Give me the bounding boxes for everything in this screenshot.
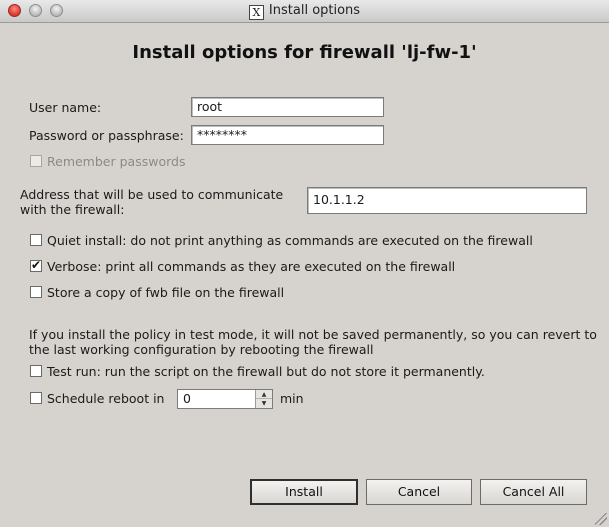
- test-mode-info-line2: the last working configuration by reboot…: [29, 342, 374, 357]
- verbose-checkbox[interactable]: ✔: [30, 258, 42, 272]
- reboot-unit-label: min: [280, 391, 304, 406]
- cancel-button[interactable]: Cancel: [366, 479, 472, 505]
- reboot-minutes-value[interactable]: 0: [183, 391, 191, 407]
- verbose-label: Verbose: print all commands as they are …: [47, 259, 456, 274]
- x11-icon: X: [248, 5, 264, 20]
- address-label-line1: Address that will be used to communicate: [20, 187, 284, 202]
- remember-passwords-checkbox[interactable]: [30, 155, 42, 167]
- test-mode-info: If you install the policy in test mode, …: [29, 327, 597, 357]
- remember-passwords-label: Remember passwords: [47, 154, 186, 169]
- checkmark-icon: ✔: [31, 258, 42, 272]
- quiet-install-label: Quiet install: do not print anything as …: [47, 233, 533, 248]
- test-run-checkbox[interactable]: [30, 365, 42, 377]
- user-name-label: User name:: [29, 100, 102, 115]
- window-title: X Install options: [0, 3, 609, 20]
- password-label: Password or passphrase:: [29, 128, 184, 143]
- install-options-dialog: X Install options Install options for fir…: [0, 0, 609, 527]
- test-run-label: Test run: run the script on the firewall…: [47, 364, 485, 379]
- schedule-reboot-checkbox[interactable]: [30, 392, 42, 404]
- user-name-input[interactable]: root: [191, 97, 384, 117]
- window-title-text: Install options: [268, 3, 361, 18]
- spin-down-icon[interactable]: ▼: [256, 399, 272, 408]
- title-bar[interactable]: X Install options: [0, 0, 609, 23]
- resize-grip-icon[interactable]: [595, 513, 607, 525]
- reboot-minutes-spinbox[interactable]: 0 ▲ ▼: [177, 389, 273, 409]
- address-label-line2: with the firewall:: [20, 202, 125, 217]
- firewall-address-input[interactable]: 10.1.1.2: [307, 187, 587, 214]
- install-button[interactable]: Install: [250, 479, 358, 505]
- store-fwb-copy-checkbox[interactable]: [30, 286, 42, 298]
- cancel-all-button[interactable]: Cancel All: [480, 479, 587, 505]
- store-fwb-copy-label: Store a copy of fwb file on the firewall: [47, 285, 285, 300]
- spin-up-icon[interactable]: ▲: [256, 390, 272, 399]
- address-label: Address that will be used to communicate…: [20, 187, 283, 217]
- spin-buttons: ▲ ▼: [255, 390, 272, 408]
- test-mode-info-line1: If you install the policy in test mode, …: [29, 327, 597, 342]
- dialog-heading: Install options for firewall 'lj-fw-1': [132, 42, 477, 63]
- schedule-reboot-label: Schedule reboot in: [47, 391, 165, 406]
- quiet-install-checkbox[interactable]: [30, 234, 42, 246]
- password-input[interactable]: ********: [191, 125, 384, 145]
